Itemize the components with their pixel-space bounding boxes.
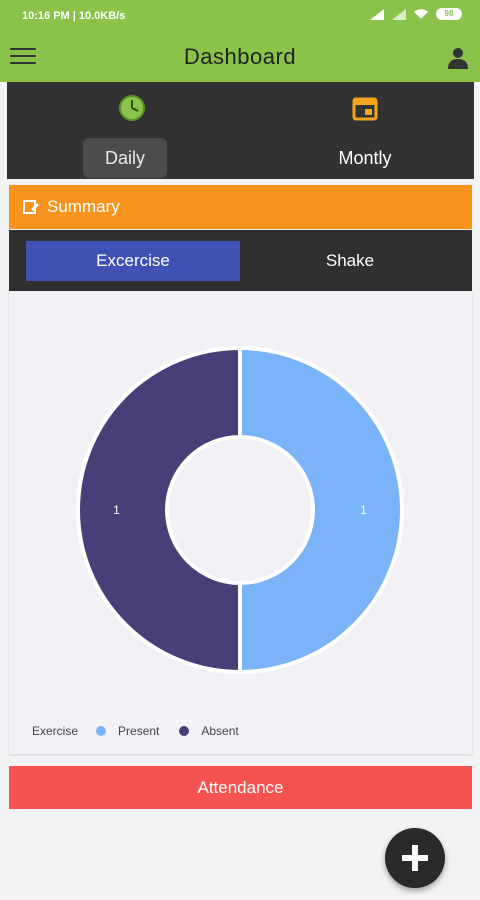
battery-icon: 98 [436,8,462,20]
legend-label-present: Present [118,724,160,738]
donut-chart: 11 [76,345,404,675]
edit-icon [23,200,39,214]
slice-present [238,345,404,675]
status-icons: 98 [370,8,462,20]
add-button[interactable] [385,828,445,888]
tab-monthly-label: Montly [338,148,392,168]
chart-card: 11 Exercise Present Absent [9,291,472,754]
wifi-icon [414,8,428,19]
tab-daily-label: Daily [83,138,167,178]
calendar-icon [352,97,378,121]
period-selector: Daily Montly [7,82,474,179]
attendance-button[interactable]: Attendance [9,766,472,809]
page-title: Dashboard [183,44,297,69]
signal-icon [370,8,384,20]
plus-icon [402,845,428,871]
summary-label: Summary [47,197,120,216]
summary-header: Summary [9,185,472,229]
legend-item-absent: Absent [179,724,239,738]
app-bar: Dashboard [0,34,480,82]
legend-item-present: Present [96,724,159,738]
legend-dot-absent [179,726,190,736]
slice-absent [76,345,242,675]
legend-label-absent: Absent [201,724,239,738]
tab-monthly[interactable]: Montly [290,92,440,178]
clock-icon [119,95,145,121]
signal-icon-2 [392,8,406,20]
slice-label-absent: 1 [113,503,120,517]
chart-legend: Exercise Present Absent [32,723,259,739]
tab-daily[interactable]: Daily [57,92,207,178]
user-icon[interactable] [446,46,470,70]
tab-exercise[interactable]: Excercise [26,241,240,281]
slice-label-present: 1 [360,503,367,517]
tab-shake[interactable]: Shake [247,241,453,281]
status-bar: 10:16 PM | 10.0KB/s 98 [0,0,480,34]
legend-title: Exercise [32,724,79,738]
status-time: 10:16 PM | 10.0KB/s [22,10,126,22]
legend-dot-present [96,726,107,736]
type-tabs: Excercise Shake [9,230,472,291]
